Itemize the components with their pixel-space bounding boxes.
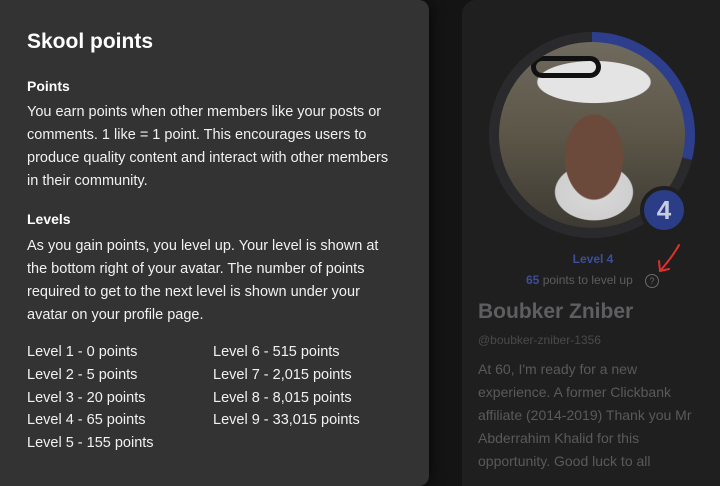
profile-handle: @boubker-zniber-1356 xyxy=(478,333,601,347)
points-needed: 65 xyxy=(526,273,540,287)
level-item: Level 3 - 20 points xyxy=(27,389,146,406)
level-item: Level 1 - 0 points xyxy=(27,344,138,360)
points-to-level-text: 65 points to level up xyxy=(526,273,633,287)
level-label: Level 4 xyxy=(572,252,614,266)
profile-name: Boubker Zniber xyxy=(478,300,634,323)
avatar-glasses xyxy=(531,56,601,78)
points-suffix: points to level up xyxy=(539,273,633,287)
level-item: Level 8 - 8,015 points xyxy=(213,389,352,406)
help-icon[interactable]: ? xyxy=(645,274,659,288)
levels-description: As you gain points, you level up. Your l… xyxy=(27,238,379,323)
level-item: Level 7 - 2,015 points xyxy=(213,366,352,383)
skool-points-popover: Skool points Points You earn points when… xyxy=(0,0,429,486)
points-heading: Points xyxy=(27,78,70,94)
level-badge: 4 xyxy=(640,186,688,234)
points-description: You earn points when other members like … xyxy=(27,104,389,189)
levels-heading: Levels xyxy=(27,211,71,227)
annotation-arrow-icon xyxy=(658,244,680,272)
levels-list-col2: Level 6 - 515 points Level 7 - 2,015 poi… xyxy=(213,341,360,432)
level-item: Level 9 - 33,015 points xyxy=(213,412,360,429)
profile-bio: At 60, I'm ready for a new experience. A… xyxy=(478,361,692,469)
level-item: Level 6 - 515 points xyxy=(213,344,340,360)
level-item: Level 5 - 155 points xyxy=(27,435,154,452)
level-item: Level 4 - 65 points xyxy=(27,412,146,429)
level-item: Level 2 - 5 points xyxy=(27,366,138,383)
levels-list-col1: Level 1 - 0 points Level 2 - 5 points Le… xyxy=(27,341,154,455)
popover-title: Skool points xyxy=(27,30,153,53)
